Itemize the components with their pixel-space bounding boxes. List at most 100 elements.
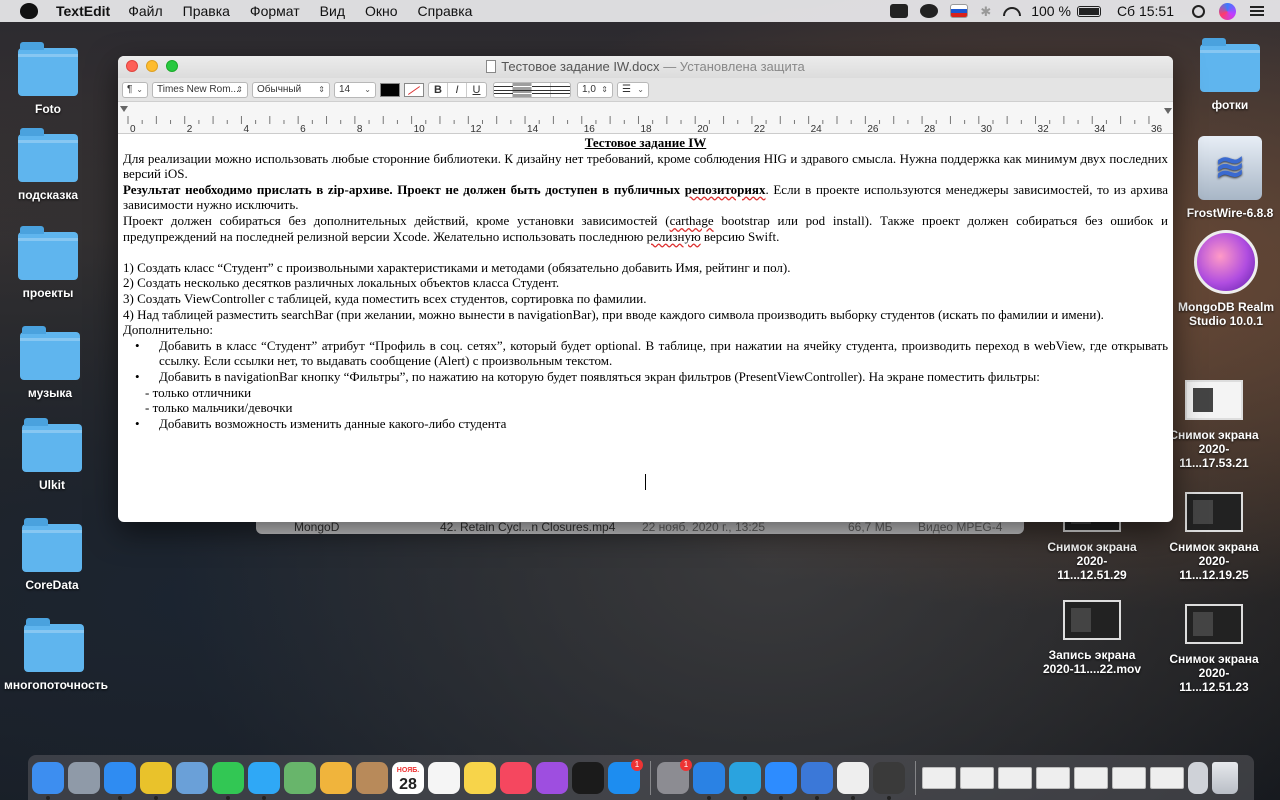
desktop-folder-coredata[interactable]: CoreData	[2, 518, 102, 592]
siri-icon[interactable]	[1219, 2, 1236, 20]
phone-document-icon[interactable]	[1188, 761, 1208, 794]
menu-edit[interactable]: Правка	[183, 3, 230, 19]
font-size-field[interactable]: 14 ⌄	[334, 81, 376, 98]
notes-icon[interactable]	[464, 761, 496, 794]
photos-icon[interactable]	[320, 761, 352, 794]
wifi-icon[interactable]	[1003, 6, 1022, 16]
align-left-button[interactable]	[494, 82, 513, 97]
chrome-icon[interactable]	[140, 761, 172, 800]
italic-button[interactable]: I	[448, 82, 467, 97]
align-right-button[interactable]	[532, 82, 551, 97]
zoom-button[interactable]	[166, 60, 178, 72]
desktop-folder-podskazka[interactable]: подсказка	[0, 128, 98, 202]
font-style-popup[interactable]: Обычный ⇕	[252, 81, 330, 98]
document-body[interactable]: Тестовое задание IW Для реализации можно…	[118, 134, 1173, 490]
desktop-folder-label: фотки	[1211, 98, 1249, 112]
menu-format[interactable]: Формат	[250, 3, 300, 19]
desktop-screen-recording[interactable]: Запись экрана 2020-11....22.mov	[1042, 600, 1142, 676]
trash-icon[interactable]	[1212, 761, 1238, 794]
close-button[interactable]	[126, 60, 138, 72]
clock[interactable]: Сб 15:51	[1117, 3, 1174, 19]
minimized-window-thumbnail[interactable]	[922, 766, 956, 789]
running-indicator	[707, 795, 711, 800]
launchpad-icon[interactable]	[68, 761, 100, 794]
menu-app-name[interactable]: TextEdit	[56, 3, 110, 19]
spotlight-search-icon[interactable]	[1192, 4, 1205, 18]
desktop-screenshot-4[interactable]: Снимок экрана 2020-11...12.51.23	[1164, 604, 1264, 694]
finder-file-name[interactable]: 42. Retain Cycl...n Closures.mp4	[440, 520, 615, 534]
desktop-folder-muzyka[interactable]: музыка	[0, 326, 100, 400]
window-controls	[126, 60, 186, 72]
calendar-icon[interactable]: НОЯБ. 28	[392, 761, 424, 794]
align-justify-button[interactable]	[551, 83, 570, 97]
font-family-popup[interactable]: Times New Rom... ⇕	[152, 81, 248, 98]
input-source-flag-icon[interactable]	[950, 4, 969, 18]
folder-icon	[18, 42, 78, 96]
finder-icon[interactable]	[32, 761, 64, 800]
underline-button[interactable]: U	[467, 83, 486, 97]
font-family-value: Times New Rom...	[157, 84, 239, 95]
battery-icon[interactable]	[1076, 5, 1101, 17]
system-preferences-icon[interactable]: 1	[657, 758, 692, 794]
desktop-folder-fotki[interactable]: фотки	[1180, 38, 1280, 112]
music-icon[interactable]	[500, 761, 532, 794]
facetime-icon[interactable]	[212, 761, 244, 800]
notification-center-icon[interactable]	[1250, 6, 1264, 16]
text-cursor	[645, 474, 646, 490]
ruler-label: 10	[414, 124, 426, 134]
line-spacing-popup[interactable]: 1,0 ⇕	[577, 81, 613, 98]
textedit-icon[interactable]	[837, 761, 869, 800]
telegram-status-icon[interactable]	[920, 4, 939, 18]
align-center-button[interactable]	[513, 82, 532, 97]
finder-sidebar-item[interactable]: MongoD	[294, 520, 339, 534]
maps-icon[interactable]	[284, 761, 316, 794]
window-titlebar[interactable]: Тестовое задание IW.docx — Установлена з…	[118, 56, 1173, 78]
minimized-window-thumbnail[interactable]	[1112, 766, 1146, 789]
menu-view[interactable]: Вид	[320, 3, 345, 19]
desktop-folder-foto[interactable]: Foto	[0, 42, 98, 116]
appletv-icon[interactable]	[572, 761, 604, 794]
xcode-icon[interactable]	[693, 761, 725, 800]
desktop-folder-mnogopotochnost[interactable]: многопоточность	[4, 618, 108, 692]
desktop-screenshot-3[interactable]: Снимок экрана 2020-11...12.19.25	[1164, 492, 1264, 582]
safari-icon[interactable]	[104, 761, 136, 800]
apple-menu-icon[interactable]	[20, 3, 38, 19]
minimized-window-thumbnail[interactable]	[1036, 766, 1070, 789]
podcasts-icon[interactable]	[536, 761, 568, 794]
ruler-label: 16	[584, 124, 596, 134]
list-bullets-popup[interactable]: ☰ ⌄	[617, 81, 649, 98]
messages-icon[interactable]	[248, 761, 280, 800]
xcode-alt-icon[interactable]	[801, 761, 833, 800]
appstore-icon[interactable]: 1	[608, 758, 643, 794]
minimized-window-thumbnail[interactable]	[960, 766, 994, 789]
desktop-app-mongodb-realm[interactable]: MongoDB Realm Studio 10.0.1	[1176, 230, 1276, 328]
menu-window[interactable]: Окно	[365, 3, 398, 19]
menu-file[interactable]: Файл	[128, 3, 162, 19]
desktop-drive-frostwire[interactable]: FrostWire-6.8.8	[1180, 136, 1280, 220]
ruler-label: 8	[357, 124, 363, 134]
zoom-icon[interactable]	[765, 761, 797, 800]
quicktime-icon[interactable]	[873, 761, 905, 800]
desktop-screenshot-1[interactable]: Снимок экрана 2020-11...17.53.21	[1164, 380, 1264, 470]
reminders-icon[interactable]	[428, 761, 460, 794]
desktop-folder-proekty[interactable]: проекты	[0, 226, 98, 300]
minimize-button[interactable]	[146, 60, 158, 72]
screen-recording-icon[interactable]	[890, 4, 909, 18]
bold-button[interactable]: B	[429, 82, 448, 97]
dock-separator	[915, 760, 916, 795]
bluetooth-icon[interactable]: ✱	[980, 4, 991, 19]
desktop-item-label-line2: 2020-11...17.53.21	[1179, 442, 1249, 470]
telegram-icon[interactable]	[729, 761, 761, 800]
ruler-label: 32	[1038, 124, 1050, 134]
paragraph-style-popup[interactable]: ¶ ⌄	[122, 81, 148, 98]
desktop-folder-ulkit[interactable]: Ulkit	[2, 418, 102, 492]
minimized-window-thumbnail[interactable]	[998, 766, 1032, 789]
background-color-well[interactable]	[404, 82, 424, 97]
minimized-window-thumbnail[interactable]	[1150, 766, 1184, 789]
text-color-well[interactable]	[380, 82, 400, 97]
contacts-icon[interactable]	[356, 761, 388, 794]
ruler[interactable]: 0 2 4 6 8 10 12 14 16 18 20 22 24 26 28 30 32 34 36	[118, 102, 1173, 134]
menu-help[interactable]: Справка	[418, 3, 473, 19]
minimized-window-thumbnail[interactable]	[1074, 766, 1108, 789]
preview-icon[interactable]	[176, 761, 208, 794]
